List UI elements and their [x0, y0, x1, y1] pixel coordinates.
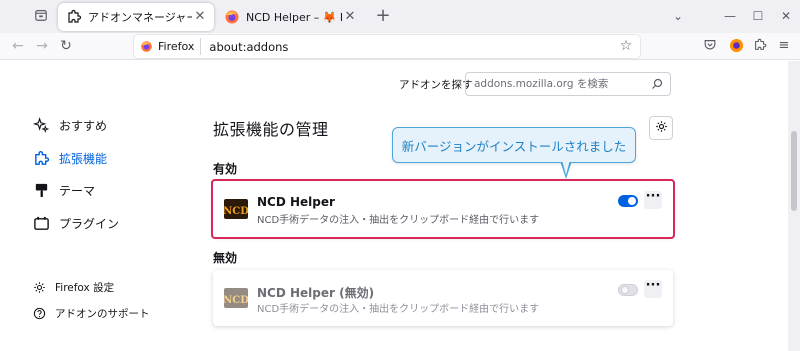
addon-card-disabled[interactable]: NCD NCD Helper (無効) NCD手術データの注入・抽出をクリップボ… [213, 270, 673, 326]
svg-text:NCD: NCD [224, 295, 248, 306]
plugin-icon [32, 214, 50, 232]
sidebar-item-themes[interactable]: テーマ [32, 181, 95, 199]
close-icon[interactable]: ✕ [342, 9, 358, 25]
sidebar-item-label: 拡張機能 [59, 151, 108, 166]
addon-description: NCD手術データの注入・抽出をクリップボード経由で行います [257, 304, 540, 315]
reload-icon[interactable]: ↻ [58, 38, 74, 54]
search-label: アドオンを探す [399, 79, 473, 91]
sidebar-item-extensions[interactable]: 拡張機能 [32, 149, 107, 167]
sparkle-icon [32, 116, 50, 134]
tab-label: アドオンマネージャー [88, 11, 192, 24]
sidebar-item-label: テーマ [59, 183, 96, 198]
callout-text: 新バージョンがインストールされました [401, 138, 627, 154]
more-options-button[interactable]: ··· [644, 279, 662, 298]
addons-support-link[interactable]: アドオンのサポート [32, 306, 150, 321]
tools-gear-button[interactable] [649, 116, 673, 140]
sidebar-item-label: おすすめ [59, 118, 108, 133]
sidebar-item-plugins[interactable]: プラグイン [32, 214, 119, 232]
back-arrow-icon[interactable]: ← [10, 38, 26, 54]
forward-arrow-icon[interactable]: → [34, 38, 50, 54]
footer-label: アドオンのサポート [55, 308, 150, 320]
close-icon[interactable]: ✕ [192, 9, 208, 25]
footer-label: Firefox 設定 [55, 282, 115, 294]
url-text[interactable]: about:addons [209, 40, 288, 54]
addon-card-enabled[interactable]: NCD NCD Helper NCD手術データの注入・抽出をクリップボード経由で… [211, 179, 675, 239]
gear-icon [655, 120, 668, 136]
addon-name[interactable]: NCD Helper [257, 195, 335, 209]
tab-ncd-helper-amo[interactable]: NCD Helper – 🦊 Firefox (ja) 向け ✕ [216, 3, 364, 31]
firefox-icon [140, 40, 153, 53]
search-field[interactable] [465, 72, 671, 96]
nav-bar: ← → ↻ Firefox about:addons ☆ ≡ [0, 33, 800, 60]
scrollbar[interactable] [788, 61, 800, 351]
puzzle-icon [66, 9, 82, 25]
gear-icon [32, 281, 46, 295]
update-callout: 新バージョンがインストールされました [392, 127, 636, 163]
ncd-helper-logo-icon: NCD [223, 197, 249, 221]
addon-name[interactable]: NCD Helper (無効) [257, 284, 374, 301]
addon-description: NCD手術データの注入・抽出をクリップボード経由で行います [257, 215, 540, 226]
puzzle-icon [32, 149, 50, 167]
help-icon [32, 307, 46, 321]
maximize-icon[interactable]: ☐ [750, 8, 766, 24]
bookmark-star-icon[interactable]: ☆ [618, 38, 634, 54]
identity-box[interactable]: Firefox [134, 38, 202, 55]
svg-text:NCD: NCD [224, 206, 248, 217]
tab-strip: アドオンマネージャー ✕ NCD Helper – 🦊 Firefox (ja)… [0, 0, 800, 33]
chevron-down-icon[interactable]: ⌄ [670, 8, 686, 24]
sidebar-item-recommendations[interactable]: おすすめ [32, 116, 107, 134]
firefox-settings-link[interactable]: Firefox 設定 [32, 280, 114, 295]
ncd-helper-logo-icon: NCD [223, 286, 249, 310]
minimize-icon[interactable]: — [722, 8, 738, 24]
sidebar-item-label: プラグイン [59, 216, 120, 231]
menu-icon[interactable]: ≡ [776, 38, 792, 54]
enabled-section-heading: 有効 [213, 162, 238, 176]
account-avatar-icon[interactable] [728, 38, 744, 54]
paintbrush-icon [32, 181, 50, 199]
highlight-border [211, 179, 675, 239]
identity-label: Firefox [158, 40, 195, 53]
new-tab-icon[interactable]: + [374, 7, 392, 25]
tab-list-icon[interactable] [34, 8, 48, 22]
firefox-icon [224, 9, 240, 25]
scrollbar-thumb[interactable] [791, 131, 797, 211]
addon-enable-toggle[interactable] [618, 195, 638, 207]
extensions-icon[interactable] [752, 38, 768, 54]
window-close-icon[interactable]: ✕ [778, 8, 794, 24]
callout-tail-inner [562, 160, 570, 175]
page-title: 拡張機能の管理 [213, 120, 329, 139]
pocket-icon[interactable] [702, 38, 718, 54]
tab-label: NCD Helper – 🦊 Firefox (ja) 向け [246, 11, 342, 24]
disabled-section-heading: 無効 [213, 251, 238, 265]
search-icon [651, 78, 663, 90]
tab-addons-manager[interactable]: アドオンマネージャー ✕ [58, 3, 214, 31]
url-bar[interactable]: Firefox about:addons ☆ [134, 35, 640, 58]
search-input[interactable] [474, 78, 644, 90]
addon-enable-toggle[interactable] [618, 284, 638, 296]
more-options-button[interactable]: ··· [644, 190, 662, 209]
